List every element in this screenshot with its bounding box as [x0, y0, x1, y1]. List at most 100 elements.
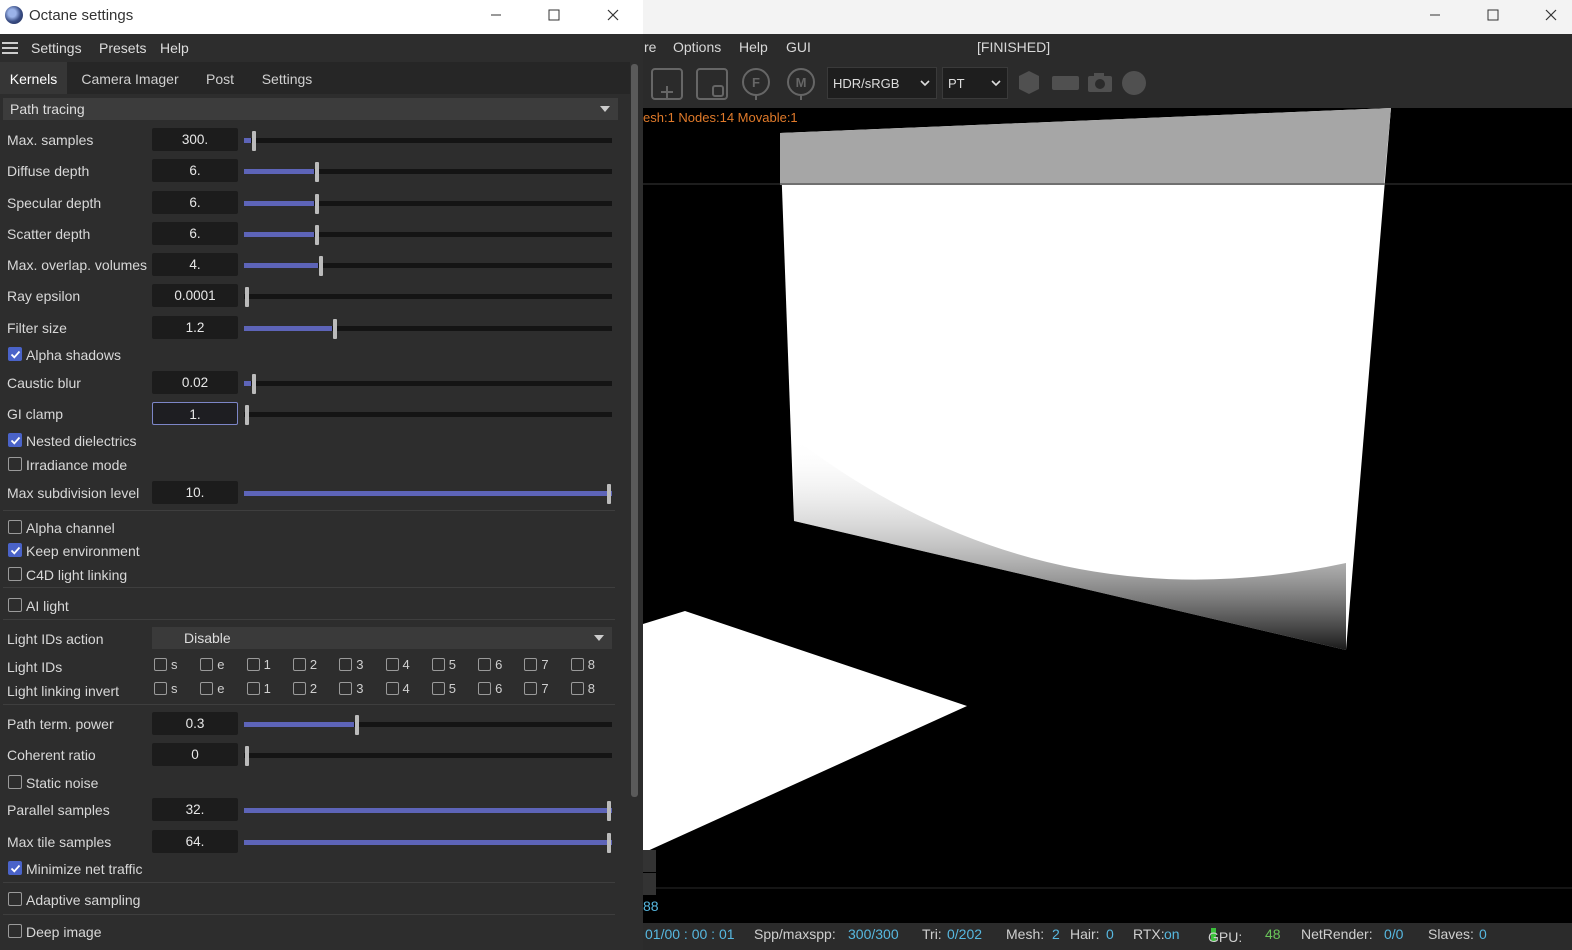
slider-handle[interactable] — [607, 484, 611, 504]
light-ids-action-dropdown[interactable]: Disable — [152, 627, 612, 649]
light-id-checkbox-6[interactable] — [478, 658, 492, 671]
checkbox-box[interactable] — [8, 567, 22, 581]
tab-post[interactable]: Post — [198, 62, 242, 94]
light-id-checkbox-5[interactable] — [431, 658, 445, 671]
checkbox-box[interactable] — [8, 598, 22, 612]
slider-handle[interactable] — [245, 405, 249, 425]
value-field[interactable]: 10. — [152, 481, 238, 504]
tab-camera-imager[interactable]: Camera Imager — [75, 62, 185, 94]
minimize-button[interactable] — [1412, 0, 1458, 30]
light-id-checkbox-7[interactable] — [524, 658, 538, 671]
checkbox-box[interactable] — [8, 457, 22, 471]
kernel-type-dropdown[interactable]: Path tracing — [3, 98, 618, 120]
slider-track[interactable] — [244, 162, 612, 182]
menu-item-presets[interactable]: Presets — [99, 40, 146, 56]
slider-handle[interactable] — [252, 131, 256, 151]
light-id-checkbox-1[interactable] — [246, 682, 260, 695]
checkbox-irradiance-mode[interactable]: Irradiance mode — [0, 454, 630, 476]
value-field[interactable]: 6. — [152, 159, 238, 182]
value-field[interactable]: 1. — [152, 402, 238, 425]
checkbox-alpha-channel[interactable]: Alpha channel — [0, 517, 630, 539]
slider-handle[interactable] — [315, 194, 319, 214]
maximize-button[interactable] — [1470, 0, 1516, 30]
slider-track[interactable] — [244, 746, 612, 766]
value-field[interactable]: 6. — [152, 191, 238, 214]
side-handle[interactable] — [643, 873, 656, 895]
settings-scrollbar[interactable] — [631, 64, 638, 797]
value-field[interactable]: 0.02 — [152, 371, 238, 394]
slider-track[interactable] — [244, 225, 612, 245]
minimize-button[interactable] — [473, 0, 519, 30]
checkbox-box[interactable] — [8, 924, 22, 938]
tab-settings[interactable]: Settings — [255, 62, 319, 94]
slider-track[interactable] — [244, 131, 612, 151]
slider-handle[interactable] — [245, 746, 249, 766]
light-id-checkbox-4[interactable] — [385, 682, 399, 695]
kernel-select[interactable]: PT — [942, 67, 1008, 99]
light-id-checkbox-e[interactable] — [200, 682, 214, 695]
checkbox-alpha-shadows[interactable]: Alpha shadows — [0, 344, 630, 366]
region-icon[interactable] — [695, 67, 729, 101]
slider-handle[interactable] — [252, 374, 256, 394]
slider-track[interactable] — [244, 833, 612, 853]
hamburger-menu-icon[interactable] — [2, 42, 18, 54]
checkbox-box[interactable] — [8, 347, 22, 361]
value-field[interactable]: 1.2 — [152, 316, 238, 339]
menu-item-settings[interactable]: Settings — [31, 40, 82, 56]
slider-handle[interactable] — [607, 833, 611, 853]
checkbox-box[interactable] — [8, 433, 22, 447]
light-id-checkbox-8[interactable] — [570, 682, 584, 695]
slider-handle[interactable] — [245, 287, 249, 307]
slider-handle[interactable] — [333, 319, 337, 339]
light-id-checkbox-4[interactable] — [385, 658, 399, 671]
slider-track[interactable] — [244, 194, 612, 214]
side-handle[interactable] — [643, 850, 656, 872]
menu-item-help[interactable]: Help — [160, 40, 189, 56]
value-field[interactable]: 4. — [152, 253, 238, 276]
light-id-checkbox-2[interactable] — [292, 658, 306, 671]
light-id-checkbox-s[interactable] — [154, 682, 167, 695]
checkbox-box[interactable] — [8, 775, 22, 789]
light-id-checkbox-6[interactable] — [478, 682, 492, 695]
color-space-select[interactable]: HDR/sRGB — [827, 67, 937, 99]
checkbox-ai-light[interactable]: AI light — [0, 595, 630, 617]
slider-track[interactable] — [244, 484, 612, 504]
checkbox-c4d-light-linking[interactable]: C4D light linking — [0, 564, 630, 586]
close-button[interactable] — [590, 0, 636, 30]
light-id-checkbox-e[interactable] — [200, 658, 214, 671]
value-field[interactable]: 64. — [152, 830, 238, 853]
light-id-checkbox-2[interactable] — [292, 682, 306, 695]
slider-handle[interactable] — [315, 162, 319, 182]
value-field[interactable]: 0.3 — [152, 712, 238, 735]
menu-item-options[interactable]: Options — [673, 39, 721, 55]
light-id-checkbox-3[interactable] — [339, 658, 353, 671]
slider-track[interactable] — [244, 715, 612, 735]
light-id-checkbox-1[interactable] — [246, 658, 260, 671]
focus-pick-icon[interactable]: F — [739, 67, 773, 101]
slider-handle[interactable] — [355, 715, 359, 735]
slider-handle[interactable] — [315, 225, 319, 245]
menu-item-gui[interactable]: GUI — [786, 39, 811, 55]
checkbox-minimize-net-traffic[interactable]: Minimize net traffic — [0, 858, 630, 880]
checkbox-static-noise[interactable]: Static noise — [0, 772, 630, 794]
light-id-checkbox-8[interactable] — [570, 658, 584, 671]
value-field[interactable]: 0 — [152, 743, 238, 766]
slider-track[interactable] — [244, 405, 612, 425]
value-field[interactable]: 32. — [152, 798, 238, 821]
slider-track[interactable] — [244, 256, 612, 276]
material-pick-icon[interactable]: M — [784, 67, 818, 101]
checkbox-keep-environment[interactable]: Keep environment — [0, 540, 630, 562]
render-canvas[interactable] — [643, 108, 1572, 923]
value-field[interactable]: 6. — [152, 222, 238, 245]
checkbox-box[interactable] — [8, 861, 22, 875]
tab-kernels[interactable]: Kernels — [0, 62, 67, 94]
light-id-checkbox-5[interactable] — [431, 682, 445, 695]
checkbox-box[interactable] — [8, 543, 22, 557]
slider-track[interactable] — [244, 374, 612, 394]
menu-item-partial[interactable]: re — [644, 39, 656, 55]
slider-track[interactable] — [244, 319, 612, 339]
light-id-checkbox-s[interactable] — [154, 658, 167, 671]
maximize-button[interactable] — [531, 0, 577, 30]
checkbox-deep-image[interactable]: Deep image — [0, 921, 630, 943]
add-icon[interactable] — [650, 67, 684, 101]
